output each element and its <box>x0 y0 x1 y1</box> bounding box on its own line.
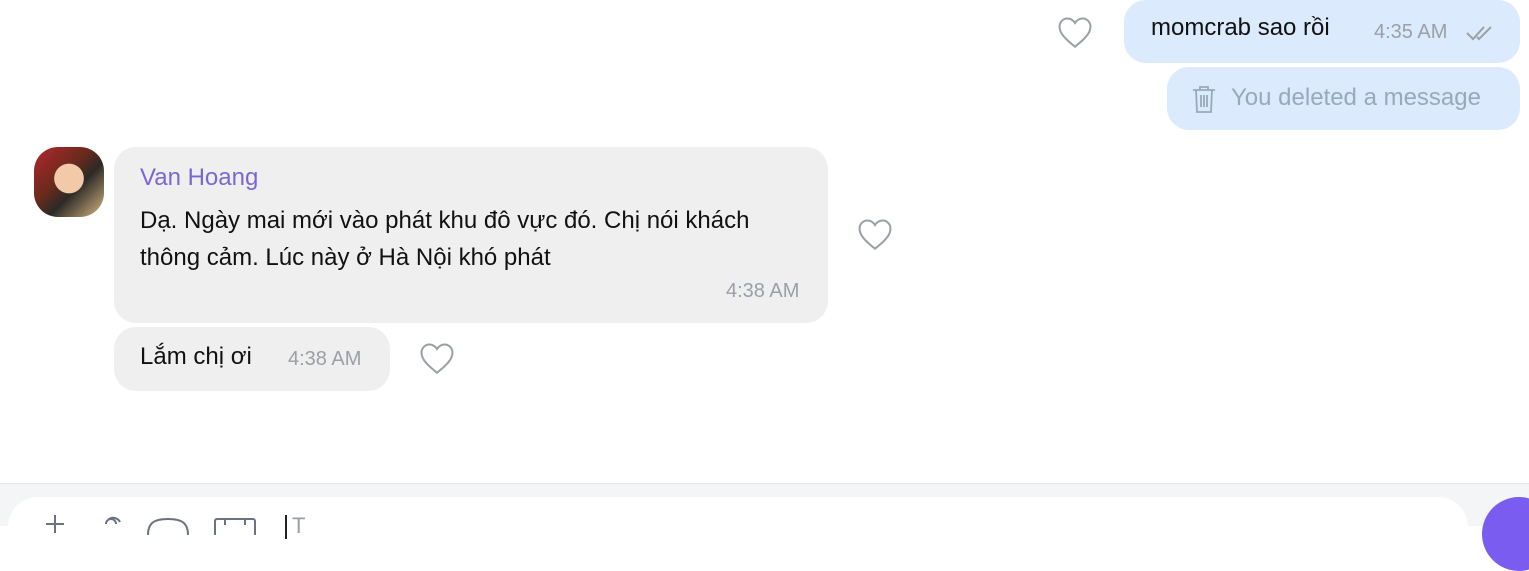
like-heart-icon[interactable] <box>418 341 456 375</box>
like-heart-icon[interactable] <box>856 217 894 251</box>
input-placeholder: T <box>292 513 306 538</box>
sticker-icon[interactable] <box>146 515 190 540</box>
deleted-message-text: You deleted a message <box>1231 84 1481 111</box>
sender-name[interactable]: Van Hoang <box>140 164 258 192</box>
message-text: Lắm chị ơi <box>140 343 252 370</box>
text-cursor <box>285 515 287 539</box>
add-icon[interactable] <box>42 511 68 542</box>
double-check-icon <box>1466 24 1498 42</box>
trash-icon <box>1190 84 1218 114</box>
gif-icon[interactable] <box>213 515 257 540</box>
message-text: momcrab sao rồi <box>1151 14 1330 41</box>
attachment-icon[interactable] <box>98 514 128 539</box>
message-text-line-1: Dạ. Ngày mai mới vào phát khu đô vực đó.… <box>140 207 750 234</box>
message-text-line-2: thông cảm. Lúc này ở Hà Nội khó phát <box>140 244 551 271</box>
message-timestamp: 4:38 AM <box>726 280 800 302</box>
message-timestamp: 4:38 AM <box>288 348 362 370</box>
message-timestamp: 4:35 AM <box>1374 21 1448 43</box>
like-heart-icon[interactable] <box>1056 15 1094 49</box>
avatar[interactable] <box>34 147 104 217</box>
